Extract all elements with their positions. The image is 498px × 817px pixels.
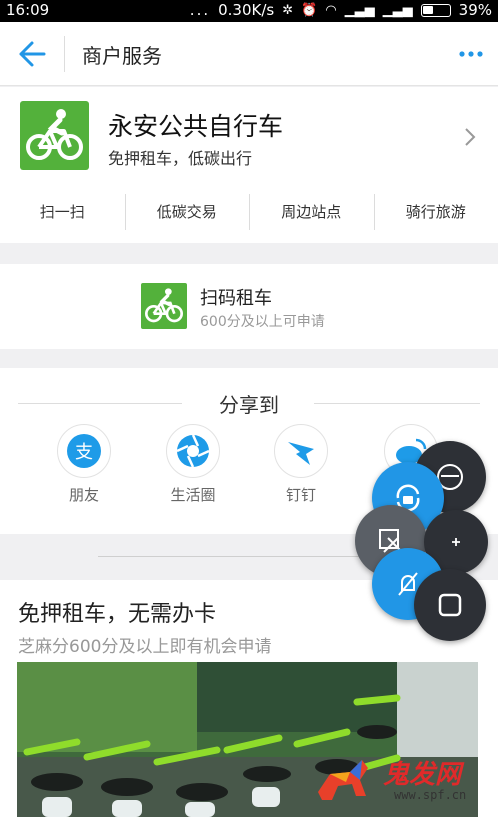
notification-dots: ... (189, 1, 211, 19)
alipay-friend-icon: 支 (57, 424, 111, 478)
scan-rent-subtitle: 600分及以上可申请 (200, 314, 325, 330)
battery-percent: 39% (458, 1, 492, 19)
share-dingtalk[interactable]: 钉钉 (256, 424, 346, 505)
nav-bar: 商户服务 (0, 22, 498, 86)
scan-rent-card[interactable]: 扫码租车 600分及以上可申请 (0, 264, 498, 349)
merchant-subtitle: 免押租车，低碳出行 (108, 149, 253, 168)
share-friend-label: 朋友 (68, 486, 99, 504)
dingtalk-icon (274, 424, 328, 478)
share-title: 分享到 (219, 393, 279, 417)
alarm-icon: ⏰ (301, 2, 318, 18)
promo-title: 免押租车，无需办卡 (18, 602, 217, 627)
tab-scan[interactable]: 扫一扫 (0, 190, 125, 234)
arrow-left-icon (19, 41, 46, 67)
share-friend[interactable]: 支 朋友 (39, 424, 129, 505)
plus-icon (452, 538, 460, 546)
wifi-icon: ◠ (325, 2, 337, 18)
share-life-circle-label: 生活圈 (170, 486, 216, 504)
share-dingtalk-label: 钉钉 (285, 486, 316, 504)
scan-rent-title: 扫码租车 (200, 288, 272, 309)
svg-text:支: 支 (75, 442, 93, 463)
promo-subtitle: 芝麻分600分及以上即有机会申请 (18, 637, 272, 657)
merchant-card: 永安公共自行车 免押租车，低碳出行 扫一扫 低碳交易 周边站点 骑行旅游 (0, 87, 498, 243)
merchant-detail-button[interactable] (464, 127, 476, 147)
tab-cycling-tour[interactable]: 骑行旅游 (373, 190, 498, 234)
vibrate-icon: ✲ (282, 2, 294, 18)
back-button[interactable] (16, 38, 50, 70)
merchant-name: 永安公共自行车 (108, 112, 284, 141)
battery-icon (420, 3, 451, 17)
tab-low-carbon[interactable]: 低碳交易 (124, 190, 250, 234)
watermark: 鬼发网 www.spf.cn (310, 752, 490, 814)
page-title: 商户服务 (82, 44, 162, 68)
signal-icon-2: ▁▃▅ (382, 2, 413, 18)
tab-nearby-stations[interactable]: 周边站点 (249, 190, 374, 234)
chevron-right-icon (465, 128, 476, 146)
more-button[interactable] (458, 44, 484, 64)
status-bar: 16:09 ... 0.30K/s ✲ ⏰ ◠ ▁▃▅ ▁▃▅ 39% (0, 0, 498, 22)
network-speed: 0.30K/s (218, 1, 275, 19)
life-circle-icon (166, 424, 220, 478)
bicycle-icon (141, 283, 187, 329)
signal-icon: ▁▃▅ (344, 2, 375, 18)
recent-apps-button[interactable] (414, 569, 486, 641)
divider (98, 556, 400, 557)
horse-logo-icon (318, 760, 368, 800)
watermark-url: www.spf.cn (394, 788, 467, 802)
square-icon (438, 593, 462, 617)
merchant-tabs: 扫一扫 低碳交易 周边站点 骑行旅游 (0, 190, 498, 234)
share-life-circle[interactable]: 生活圈 (148, 424, 238, 505)
nav-divider (64, 36, 65, 72)
watermark-text: 鬼发网 (383, 760, 462, 790)
more-dots-icon (459, 51, 483, 57)
status-time: 16:09 (6, 1, 50, 19)
bicycle-logo-icon (20, 101, 89, 170)
